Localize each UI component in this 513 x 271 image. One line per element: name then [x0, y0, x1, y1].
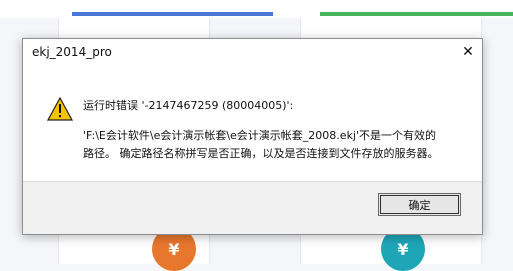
dialog-footer: 确定	[23, 181, 482, 234]
yen-icon: ¥	[397, 239, 409, 259]
warning-icon	[47, 97, 73, 121]
close-button[interactable]: ✕	[460, 44, 476, 60]
dialog-content: 运行时错误 '-2147467259 (80004005)': 'F:\E会计软…	[23, 65, 482, 182]
error-title: 运行时错误 '-2147467259 (80004005)':	[83, 99, 294, 112]
dialog-titlebar[interactable]: ekj_2014_pro ✕	[23, 39, 482, 65]
dialog-title: ekj_2014_pro	[32, 45, 112, 59]
close-icon: ✕	[462, 44, 474, 60]
background-accent-green	[320, 12, 513, 16]
ok-button[interactable]: 确定	[378, 193, 461, 216]
background-accent-blue	[72, 12, 273, 16]
yen-icon: ¥	[168, 239, 180, 259]
error-message: 'F:\E会计软件\e会计演示帐套\e会计演示帐套_2008.ekj'不是一个有…	[83, 129, 439, 160]
error-dialog: ekj_2014_pro ✕ 运行时错误 '-2147467259 (80004…	[22, 38, 483, 235]
